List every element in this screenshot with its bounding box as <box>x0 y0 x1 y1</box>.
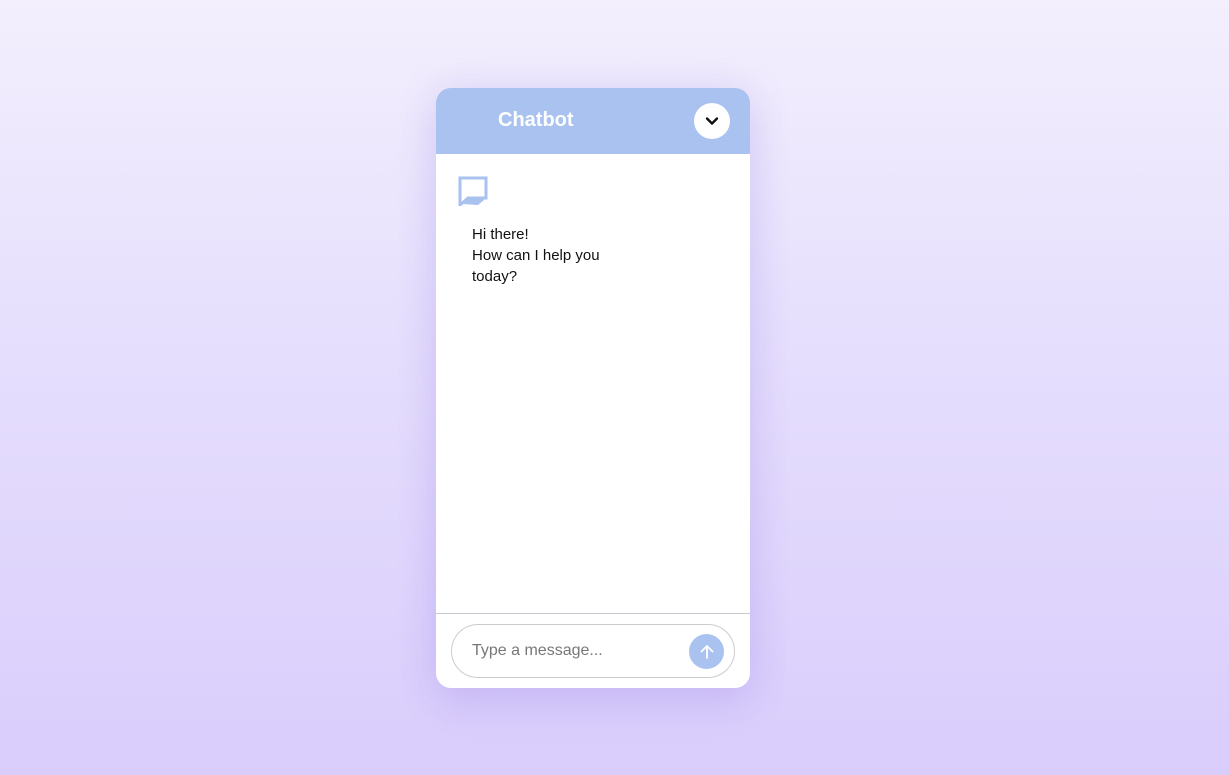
send-button[interactable] <box>689 634 724 669</box>
arrow-up-icon <box>700 644 713 659</box>
chevron-down-icon <box>705 117 719 125</box>
chat-bubble-icon <box>458 176 488 206</box>
chat-header: Chatbot <box>436 88 750 154</box>
chat-footer <box>436 613 750 688</box>
bot-message-line: today? <box>472 268 518 285</box>
collapse-button[interactable] <box>694 103 730 139</box>
message-input[interactable] <box>472 635 682 667</box>
chat-title: Chatbot <box>498 109 574 131</box>
message-form <box>451 624 735 678</box>
chatbot-popup: Chatbot Hi there! How can I help you tod… <box>436 88 750 688</box>
bot-message: Hi there! How can I help you today? <box>472 224 612 287</box>
bot-message-line: How can I help you <box>472 247 600 264</box>
chat-body: Hi there! How can I help you today? <box>436 154 750 613</box>
bot-message-line: Hi there! <box>472 226 529 243</box>
